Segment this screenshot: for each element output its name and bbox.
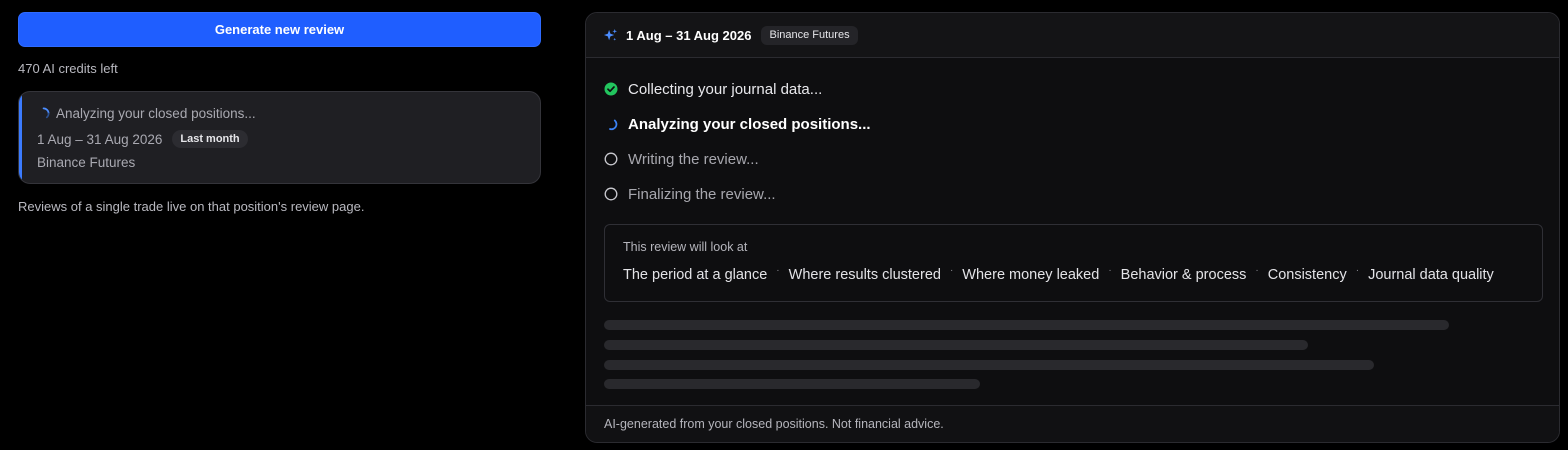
skeleton-line (604, 379, 980, 389)
step-label: Collecting your journal data... (628, 80, 823, 98)
ai-credits-remaining: 470 AI credits left (18, 61, 118, 76)
empty-circle-icon (604, 187, 618, 201)
job-date-range: 1 Aug – 31 Aug 2026 (37, 131, 163, 147)
skeleton-line (604, 360, 1374, 370)
step-collecting: Collecting your journal data... (604, 79, 871, 99)
step-finalizing: Finalizing the review... (604, 184, 871, 204)
scope-item: Behavior & process (1120, 267, 1247, 283)
scope-label: This review will look at (623, 240, 748, 254)
job-status: Analyzing your closed positions... (37, 106, 256, 121)
separator-dot: · (1108, 264, 1112, 276)
spinner-icon (42, 107, 50, 119)
job-period: 1 Aug – 31 Aug 2026 Last month (37, 130, 248, 148)
separator-dot: · (949, 264, 954, 276)
scope-items: The period at a glance · Where results c… (623, 264, 1494, 284)
disclaimer-footer: AI-generated from your closed positions.… (586, 405, 1559, 442)
generate-new-review-button[interactable]: Generate new review (18, 12, 541, 47)
review-period-title: 1 Aug – 31 Aug 2026 (626, 27, 752, 43)
step-label: Finalizing the review... (628, 185, 776, 203)
review-progress-panel: 1 Aug – 31 Aug 2026 Binance Futures Coll… (585, 12, 1560, 443)
skeleton-line (604, 320, 1449, 330)
active-indicator-bar (19, 92, 22, 183)
separator-dot: · (1355, 264, 1360, 276)
skeleton-line (604, 340, 1308, 350)
period-badge: Last month (172, 130, 248, 148)
review-scope-box: This review will look at The period at a… (604, 224, 1543, 302)
scope-item: Consistency (1267, 267, 1347, 283)
sparkle-icon (603, 28, 618, 41)
step-label: Analyzing your closed positions... (628, 115, 871, 133)
scope-item: The period at a glance (623, 267, 768, 283)
check-circle-icon (604, 82, 618, 96)
job-exchange: Binance Futures (37, 155, 136, 170)
review-job-card[interactable]: Analyzing your closed positions... 1 Aug… (18, 91, 541, 184)
exchange-badge: Binance Futures (761, 25, 858, 45)
progress-steps: Collecting your journal data... Analyzin… (604, 79, 871, 219)
step-label: Writing the review... (628, 150, 759, 168)
job-status-text: Analyzing your closed positions... (56, 106, 256, 121)
left-column: Generate new review 470 AI credits left … (18, 12, 541, 214)
empty-circle-icon (604, 152, 618, 166)
step-analyzing: Analyzing your closed positions... (604, 114, 871, 134)
scope-item: Where results clustered (788, 267, 941, 283)
spinner-icon (609, 119, 618, 131)
single-trade-note: Reviews of a single trade live on that p… (18, 199, 365, 214)
step-writing: Writing the review... (604, 149, 871, 169)
scope-item: Journal data quality (1368, 267, 1494, 283)
scope-item: Where money leaked (962, 267, 1100, 283)
separator-dot: · (776, 264, 780, 276)
separator-dot: · (1255, 264, 1259, 276)
panel-header: 1 Aug – 31 Aug 2026 Binance Futures (586, 13, 1559, 58)
